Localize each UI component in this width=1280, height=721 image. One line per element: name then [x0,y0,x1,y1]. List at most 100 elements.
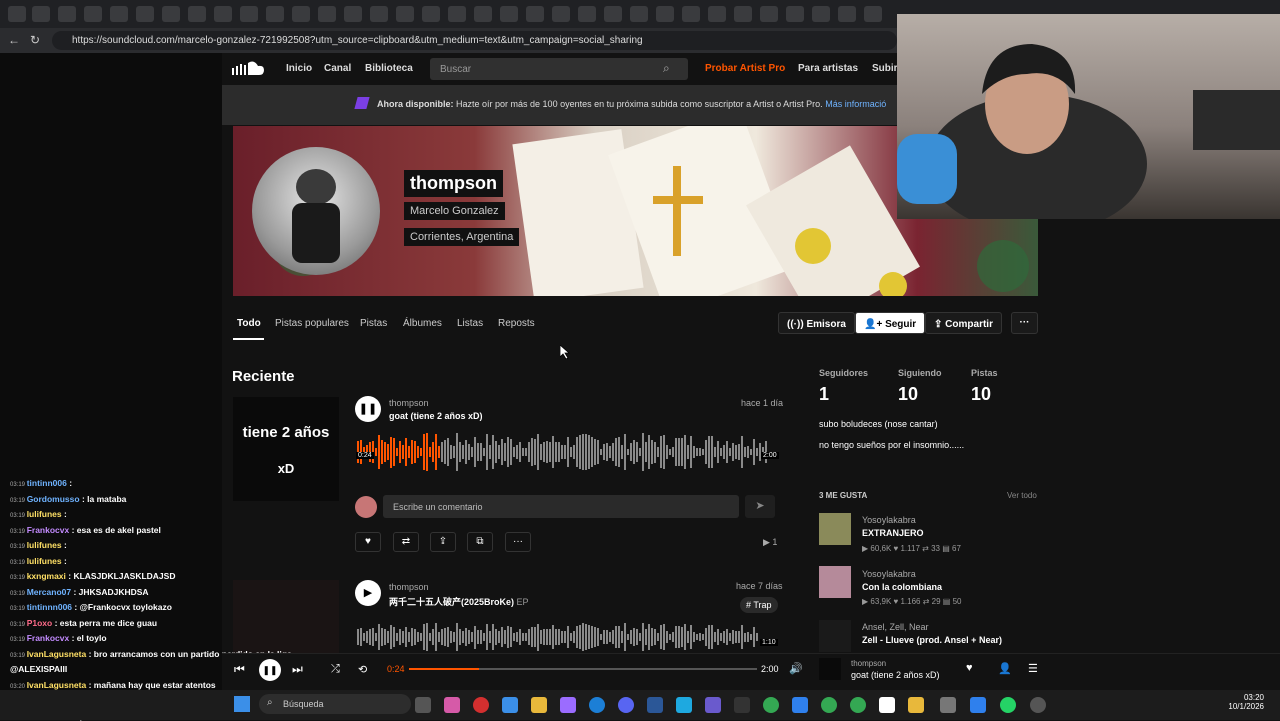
repeat-icon[interactable]: ⟲ [358,663,367,676]
chat-username[interactable]: Frankocvx [27,633,70,643]
chrome-icon[interactable] [821,697,837,713]
player-like-icon[interactable]: ♥ [966,662,973,674]
vscode-icon[interactable] [647,697,663,713]
like-item-artwork[interactable] [819,513,851,545]
player-follow-icon[interactable]: 👤 [998,662,1012,675]
player-title[interactable]: goat (tiene 2 años xD) [851,670,940,680]
copy-link-icon[interactable]: ⧉ [467,532,493,552]
chat-username[interactable]: Mercano07 [27,587,71,597]
track2-title-row[interactable]: 两千二十五人破产(2025BroKe) EP [389,595,529,608]
following-count[interactable]: 10 [898,384,918,405]
taskbar-search[interactable]: Búsqueda [259,694,411,714]
chat-username[interactable]: lulifunes [27,509,62,519]
send-comment-icon[interactable]: ➤ [745,495,775,518]
track2-artwork[interactable] [233,580,339,653]
app-icon[interactable] [676,697,692,713]
comment-input[interactable]: Escribe un comentario [383,495,739,518]
browser-tab[interactable] [630,6,648,22]
track1-artwork[interactable]: tiene 2 años xD [233,397,339,501]
browser-tab[interactable] [188,6,206,22]
browser-tab[interactable] [240,6,258,22]
folder-icon[interactable] [531,697,547,713]
player-progress-track[interactable] [409,668,757,670]
share-track-icon[interactable]: ⇪ [430,532,456,552]
volume-icon[interactable]: 🔊 [789,662,803,675]
app-icon[interactable] [940,697,956,713]
browser-tab[interactable] [526,6,544,22]
previous-icon[interactable]: ⏮ [234,662,245,677]
tab-menu-icon[interactable] [8,6,26,22]
browser-tab[interactable] [474,6,492,22]
browser-tab[interactable] [578,6,596,22]
browser-tab[interactable] [292,6,310,22]
browser-tab[interactable] [266,6,284,22]
browser-tab[interactable] [396,6,414,22]
app-icon[interactable] [1030,697,1046,713]
opera-icon[interactable] [473,697,489,713]
like-item-title[interactable]: Zell - Llueve (prod. Ansel + Near) [862,635,1002,645]
shuffle-icon[interactable]: ⤮ [331,663,340,676]
back-icon[interactable]: ← [8,33,20,47]
url-field[interactable]: https://soundcloud.com/marcelo-gonzalez-… [52,31,897,50]
follow-button[interactable]: 👤+ Seguir [855,312,926,334]
nav-feed[interactable]: Canal [324,63,351,74]
browser-tab[interactable] [84,6,102,22]
search-icon[interactable]: ⌕ [663,61,670,76]
browser-tab[interactable] [708,6,726,22]
app-icon[interactable] [792,697,808,713]
likes-view-all[interactable]: Ver todo [1007,491,1037,500]
tab-playlists[interactable]: Listas [457,318,483,329]
task-view-icon[interactable] [415,697,431,713]
like-icon[interactable]: ♥ [355,532,381,552]
tab-popular-tracks[interactable]: Pistas populares [275,318,349,329]
browser-tab[interactable] [448,6,466,22]
browser-tab[interactable] [318,6,336,22]
browser-tab[interactable] [552,6,570,22]
share-button[interactable]: ⇪ Compartir [925,312,1002,334]
like-item-artist[interactable]: Yosoylakabra [862,569,916,579]
discord-icon[interactable] [618,697,634,713]
copilot-icon[interactable] [444,697,460,713]
like-item-title[interactable]: Con la colombiana [862,582,942,592]
tiktok-icon[interactable] [879,697,895,713]
next-icon[interactable]: ⏭ [292,662,303,677]
tracks-count[interactable]: 10 [971,384,991,405]
more-options-button[interactable]: ··· [1011,312,1038,334]
soundcloud-logo-icon[interactable] [232,60,264,76]
browser-tab[interactable] [786,6,804,22]
browser-tab[interactable] [370,6,388,22]
store-icon[interactable] [502,697,518,713]
track-more-icon[interactable]: ··· [505,532,531,552]
track1-artist[interactable]: thompson [389,398,429,408]
nav-for-artists[interactable]: Para artistas [798,63,858,74]
queue-icon[interactable]: ☰ [1028,662,1038,675]
browser-tab[interactable] [604,6,622,22]
windows-start-icon[interactable] [234,696,250,712]
reload-icon[interactable]: ↻ [30,33,40,47]
browser-tab[interactable] [734,6,752,22]
like-item-artwork[interactable] [819,620,851,652]
tab-albums[interactable]: Álbumes [403,318,442,329]
track2-waveform[interactable] [357,622,761,652]
station-button[interactable]: ((·)) Emisora [778,312,855,334]
browser-tab[interactable] [682,6,700,22]
player-artwork[interactable] [819,658,841,680]
browser-tab[interactable] [110,6,128,22]
chat-username[interactable]: IvanLagusneta [27,680,87,690]
browser-tab[interactable] [812,6,830,22]
browser-tab[interactable] [214,6,232,22]
app-icon[interactable] [970,697,986,713]
tab-all[interactable]: Todo [237,318,261,329]
track1-waveform[interactable] [357,432,769,472]
like-item-artist[interactable]: Yosoylakabra [862,515,916,525]
chrome-icon[interactable] [763,697,779,713]
nav-artist-pro[interactable]: Probar Artist Pro [705,63,785,74]
chat-username[interactable]: lulifunes [27,556,62,566]
browser-tab[interactable] [864,6,882,22]
tab-tracks[interactable]: Pistas [360,318,387,329]
tab-reposts[interactable]: Reposts [498,318,535,329]
track2-artist[interactable]: thompson [389,582,429,592]
player-artist[interactable]: thompson [851,659,886,668]
chrome-icon[interactable] [850,697,866,713]
browser-tab[interactable] [344,6,362,22]
